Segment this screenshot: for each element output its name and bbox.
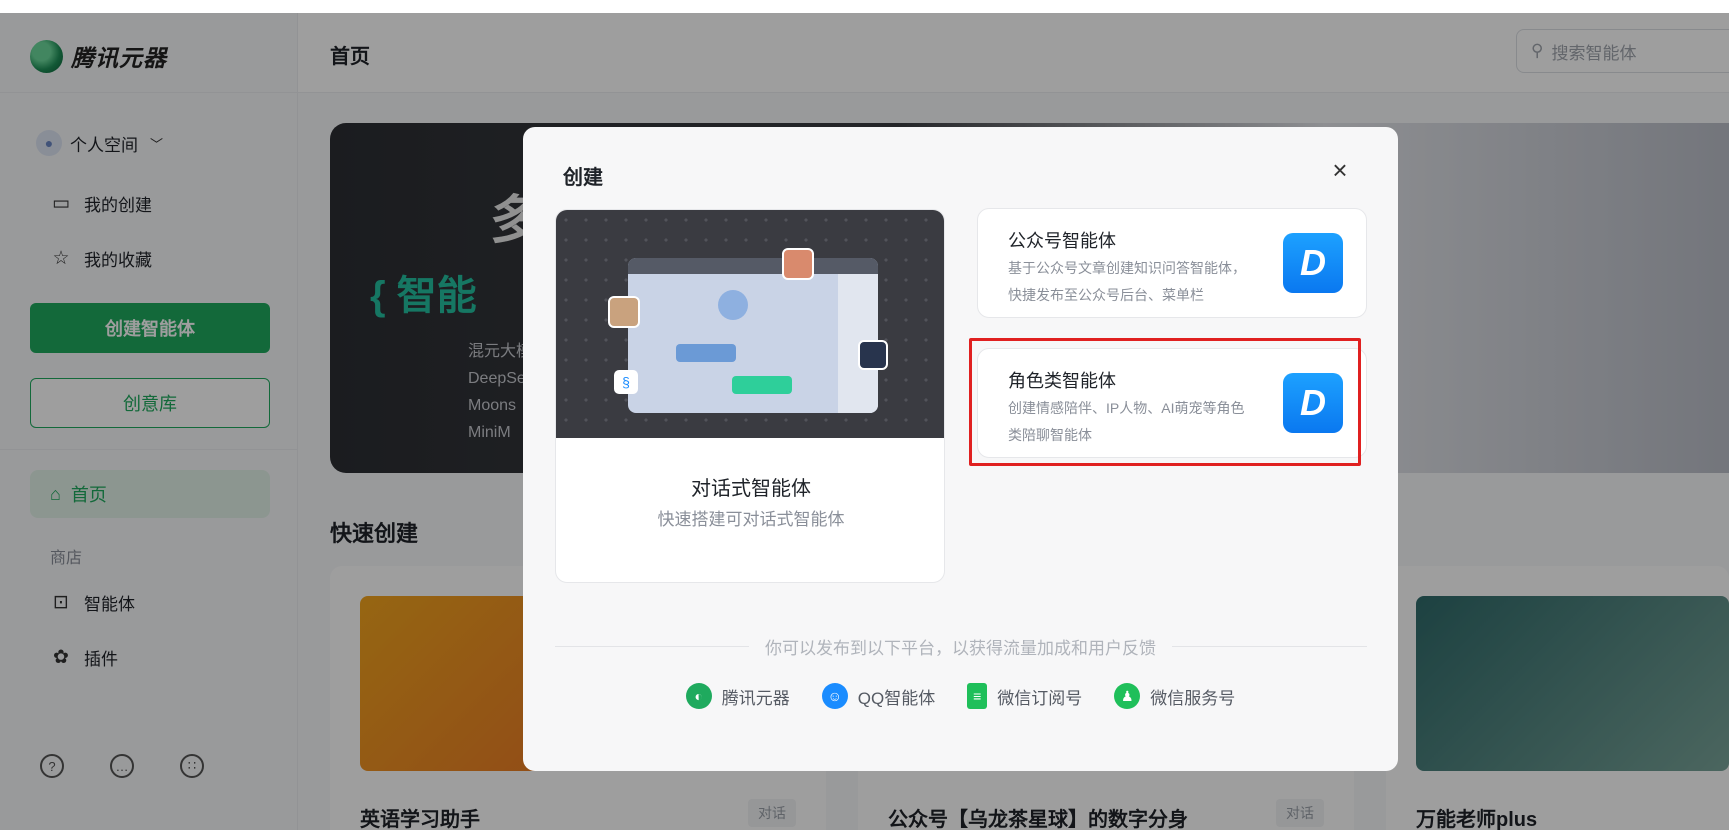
close-icon[interactable]: × [1327, 157, 1353, 183]
platform-wechat-subscription: ≡ 微信订阅号 [967, 683, 1082, 709]
top-strip [0, 0, 1729, 13]
document-icon: ≡ [967, 683, 988, 709]
agent-d-icon: D [1283, 233, 1343, 293]
platform-label: 微信服务号 [1150, 688, 1236, 708]
yuanqi-logo-icon: ◐ [685, 683, 712, 709]
platform-tencent-yuanqi: ◐ 腾讯元器 [685, 683, 790, 709]
platform-label: 腾讯元器 [721, 688, 790, 708]
publish-hint-text: 你可以发布到以下平台，以获得流量加成和用户反馈 [749, 639, 1172, 658]
user-icon: ♟ [1114, 683, 1141, 709]
user-avatar-icon [608, 296, 640, 328]
option-title: 公众号智能体 [1008, 231, 1116, 251]
window-bar [628, 258, 878, 274]
user-avatar-icon [782, 248, 814, 280]
selection-highlight [969, 338, 1361, 466]
platform-list: ◐ 腾讯元器 ☺ QQ智能体 ≡ 微信订阅号 ♟ 微信服务号 [523, 683, 1398, 709]
platform-label: 微信订阅号 [997, 688, 1083, 708]
chat-bubble [732, 376, 792, 394]
platform-wechat-service: ♟ 微信服务号 [1114, 683, 1235, 709]
official-account-agent-card[interactable]: 公众号智能体 基于公众号文章创建知识问答智能体， 快捷发布至公众号后台、菜单栏 … [977, 208, 1367, 318]
conversational-agent-desc: 快速搭建可对话式智能体 [657, 510, 845, 529]
user-avatar-icon [858, 340, 888, 370]
modal-title: 创建 [563, 167, 603, 189]
conversational-agent-title: 对话式智能体 [691, 478, 811, 500]
qq-robot-icon: ☺ [821, 683, 848, 709]
app-badge-icon: § [614, 370, 638, 394]
chat-window-illustration [628, 258, 878, 413]
chat-bubble [676, 344, 736, 362]
avatar-icon [718, 290, 748, 320]
platform-qq-agent: ☺ QQ智能体 [821, 683, 936, 709]
publish-hint: 你可以发布到以下平台，以获得流量加成和用户反馈 [523, 634, 1398, 659]
platform-label: QQ智能体 [857, 688, 936, 708]
create-modal: 创建 × § 对话式智能体 快速搭建可对话式智能体 公众号智能体 基于公众号文章… [523, 127, 1398, 771]
conversational-agent-card[interactable]: § 对话式智能体 快速搭建可对话式智能体 [555, 209, 945, 583]
option-desc: 基于公众号文章创建知识问答智能体， 快捷发布至公众号后台、菜单栏 [1008, 260, 1246, 303]
conversational-illustration: § [556, 210, 944, 438]
